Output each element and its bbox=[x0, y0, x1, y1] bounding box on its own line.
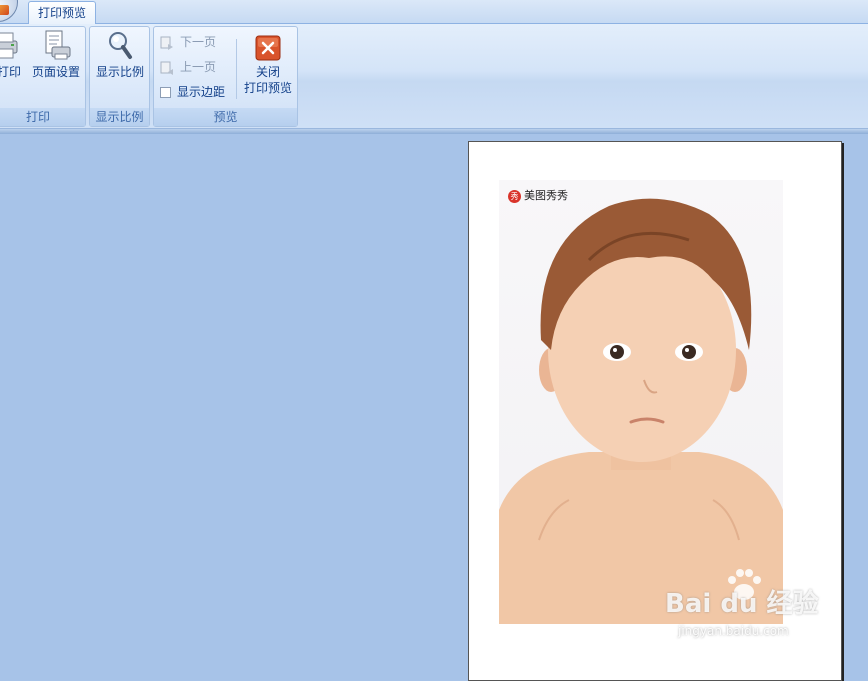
meitu-logo-text: 美图秀秀 bbox=[524, 189, 568, 202]
checkbox-icon bbox=[160, 87, 171, 98]
baidu-watermark-url: jingyan.baidu.com bbox=[678, 624, 789, 638]
magnifier-icon bbox=[109, 32, 132, 59]
group-print: 打印 页面设置 打印 bbox=[0, 26, 86, 127]
meitu-logo: 秀美图秀秀 bbox=[508, 189, 568, 203]
next-page-button[interactable]: 下一页 bbox=[160, 31, 216, 53]
page-setup-label: 页面设置 bbox=[31, 65, 80, 79]
zoom-button[interactable]: 显示比例 bbox=[92, 29, 148, 99]
prev-page-label: 上一页 bbox=[180, 60, 217, 74]
printer-icon bbox=[0, 32, 18, 59]
baidu-watermark: Bai du 经验 bbox=[665, 589, 819, 619]
show-margins-checkbox[interactable]: 显示边距 bbox=[160, 81, 225, 103]
group-label-print: 打印 bbox=[0, 108, 85, 126]
page-setup-icon bbox=[45, 30, 71, 60]
baby-photo: 秀美图秀秀 bbox=[499, 180, 783, 624]
print-button[interactable]: 打印 bbox=[0, 29, 23, 99]
show-margins-label: 显示边距 bbox=[177, 85, 226, 99]
close-preview-button[interactable]: 关闭 打印预览 bbox=[240, 35, 296, 105]
close-x-icon bbox=[255, 35, 281, 61]
ribbon: 打印 页面设置 打印 显示比例 显示比例 下一页 上一页 显示边距 关闭 打印预… bbox=[0, 24, 868, 128]
print-button-label: 打印 bbox=[0, 65, 21, 79]
close-label-line1: 关闭 bbox=[255, 65, 280, 79]
group-zoom: 显示比例 显示比例 bbox=[89, 26, 150, 127]
zoom-button-label: 显示比例 bbox=[95, 65, 144, 79]
group-preview: 下一页 上一页 显示边距 关闭 打印预览 预览 bbox=[153, 26, 298, 127]
baby-illustration bbox=[499, 198, 783, 624]
office-logo-icon bbox=[0, 5, 9, 15]
office-button[interactable] bbox=[0, 0, 18, 22]
group-separator bbox=[236, 39, 237, 99]
next-page-icon bbox=[160, 36, 173, 50]
prev-page-button[interactable]: 上一页 bbox=[160, 56, 216, 78]
page-setup-button[interactable]: 页面设置 bbox=[29, 29, 83, 99]
group-label-preview: 预览 bbox=[154, 108, 297, 126]
meitu-logo-icon: 秀 bbox=[508, 189, 521, 203]
ribbon-tab-strip: 打印预览 bbox=[0, 0, 868, 25]
prev-page-icon bbox=[160, 61, 173, 75]
next-page-label: 下一页 bbox=[180, 35, 217, 49]
close-label-line2: 打印预览 bbox=[243, 81, 292, 95]
group-label-zoom: 显示比例 bbox=[90, 108, 149, 126]
ribbon-bottom-border bbox=[0, 128, 868, 134]
tab-print-preview[interactable]: 打印预览 bbox=[28, 1, 96, 25]
